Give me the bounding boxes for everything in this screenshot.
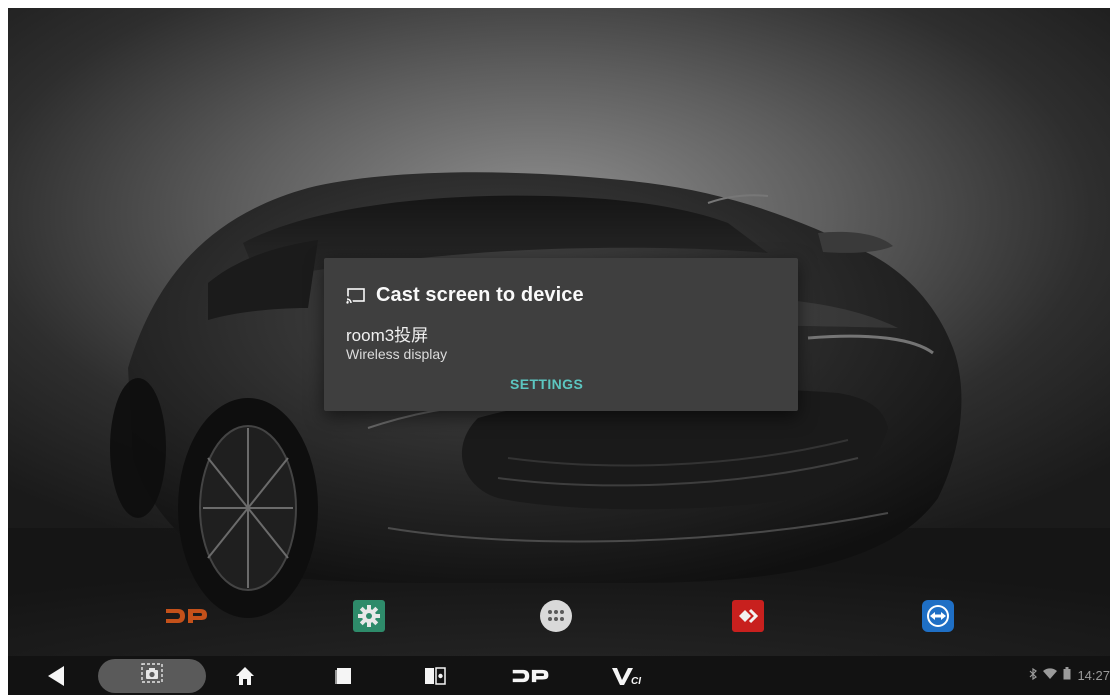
home-icon[interactable]	[228, 656, 262, 695]
screenshot-icon	[141, 663, 163, 688]
wifi-icon	[1043, 667, 1058, 685]
recents-icon[interactable]	[326, 656, 360, 695]
navigation-bar: CI 14:27	[8, 656, 1110, 695]
screenshot-button[interactable]	[98, 656, 206, 695]
cast-device-subtitle: Wireless display	[346, 346, 448, 362]
settings-button[interactable]: SETTINGS	[510, 376, 583, 392]
svg-text:CI: CI	[631, 676, 641, 686]
screen-mirror-icon[interactable]	[418, 656, 452, 695]
screen: Cast screen to device room3投屏 Wireless d…	[8, 8, 1110, 695]
diagnostic-app-icon[interactable]	[731, 599, 765, 633]
back-icon[interactable]	[38, 656, 74, 695]
settings-gear-icon[interactable]	[352, 599, 386, 633]
app-drawer-icon[interactable]	[539, 599, 573, 633]
dialog-title-row: Cast screen to device	[345, 284, 584, 307]
dp-logo-icon[interactable]	[164, 599, 210, 633]
cast-device-name[interactable]: room3投屏	[346, 321, 428, 346]
dp-icon[interactable]	[508, 656, 554, 695]
vci-icon[interactable]: CI	[606, 656, 652, 695]
battery-icon	[1063, 666, 1071, 685]
teamviewer-icon[interactable]	[921, 599, 955, 633]
status-clock: 14:27	[1077, 668, 1110, 683]
cast-dialog: Cast screen to device room3投屏 Wireless d…	[324, 258, 798, 411]
status-area: 14:27	[1029, 656, 1110, 695]
cast-icon	[345, 287, 366, 304]
dialog-title: Cast screen to device	[376, 284, 584, 306]
bluetooth-icon	[1029, 667, 1038, 685]
